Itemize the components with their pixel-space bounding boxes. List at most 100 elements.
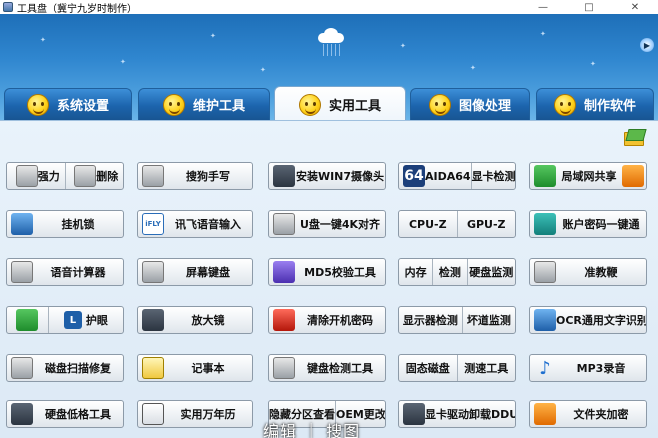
- button-label: 局域网共享: [561, 170, 617, 183]
- calculator-icon: [11, 261, 33, 283]
- account-password-button[interactable]: 账户密码一键通: [529, 210, 647, 238]
- maximize-button[interactable]: □: [566, 0, 612, 14]
- perpetual-calendar-button[interactable]: 实用万年历: [137, 400, 253, 428]
- button-label: 讯飞语音输入: [175, 218, 241, 231]
- speed-test-button[interactable]: 测速工具: [456, 355, 516, 381]
- star-icon: ✦: [400, 42, 406, 50]
- cpuz-gpuz-button[interactable]: CPU-Z GPU-Z: [398, 210, 516, 238]
- tab-label: 图像处理: [458, 99, 511, 114]
- button-label: 放大镜: [191, 314, 225, 327]
- iflytek-icon: iFLY: [142, 213, 164, 235]
- smiley-icon: [428, 93, 451, 116]
- ssd-button[interactable]: 固态磁盘: [399, 355, 457, 381]
- notepad-button[interactable]: 记事本: [137, 354, 253, 382]
- voice-calculator-button[interactable]: 语音计算器: [6, 258, 124, 286]
- webcam-icon: [273, 165, 295, 187]
- watermark-overlay: 编辑 ｜ 搜图: [263, 422, 361, 438]
- force-delete-left[interactable]: 强力: [7, 163, 65, 189]
- fan-icon: [273, 213, 295, 235]
- md5-check-button[interactable]: MD5校验工具: [268, 258, 386, 286]
- gpu-test-button[interactable]: 显卡检测: [470, 163, 516, 189]
- aida64-gpu-test-button[interactable]: 64 AIDA64 显卡检测: [398, 162, 516, 190]
- minimize-button[interactable]: —: [520, 0, 566, 14]
- folder-lock-icon: [534, 403, 556, 425]
- aida64-button[interactable]: 64 AIDA64: [399, 163, 471, 189]
- star-icon: ✦: [260, 66, 266, 74]
- window-title: 工具盘（冀宁九岁时制作）: [17, 3, 137, 15]
- star-icon: ✦: [40, 36, 46, 44]
- aperture-icon: [16, 309, 39, 331]
- tab-image-processing[interactable]: 图像处理: [410, 88, 530, 120]
- disk-low-format-button[interactable]: 硬盘低格工具: [6, 400, 124, 428]
- calendar-icon: [142, 403, 164, 425]
- gpuz-button[interactable]: GPU-Z: [456, 211, 516, 237]
- tab-utility-tools[interactable]: 实用工具: [274, 86, 406, 122]
- close-button[interactable]: ✕: [612, 0, 658, 14]
- sogou-handwriting-button[interactable]: 搜狗手写: [137, 162, 253, 190]
- ddu-icon: [403, 403, 425, 425]
- on-screen-keyboard-button[interactable]: 屏幕键盘: [137, 258, 253, 286]
- clear-boot-password-button[interactable]: 清除开机密码: [268, 306, 386, 334]
- force-delete-right[interactable]: 删除: [64, 163, 124, 189]
- next-arrow-icon[interactable]: ▶: [640, 38, 654, 52]
- disk-format-icon: [11, 403, 33, 425]
- button-label: 挂机锁: [61, 218, 95, 231]
- eye-care-left[interactable]: [7, 307, 48, 333]
- install-win7-camera-button[interactable]: 安装WIN7摄像头: [268, 162, 386, 190]
- button-label: 搜狗手写: [186, 170, 230, 183]
- tab-make-software[interactable]: 制作软件: [536, 88, 654, 120]
- iflytek-voice-input-button[interactable]: iFLY 讯飞语音输入: [137, 210, 253, 238]
- eye-care-button[interactable]: L 护眼: [6, 306, 124, 334]
- mp3-record-button[interactable]: ♪ MP3录音: [529, 354, 647, 382]
- disk-scan-repair-button[interactable]: 磁盘扫描修复: [6, 354, 124, 382]
- eye-care-right[interactable]: L 护眼: [47, 307, 123, 333]
- memory-button[interactable]: 内存: [399, 259, 432, 285]
- notepad-icon: [142, 357, 164, 379]
- music-note-icon: ♪: [539, 357, 551, 379]
- app-icon: [3, 2, 13, 12]
- pointer-icon: [534, 261, 556, 283]
- button-label: 准教鞭: [584, 266, 618, 279]
- ocr-document-icon: [534, 309, 556, 331]
- tab-maintenance-tools[interactable]: 维护工具: [138, 88, 270, 120]
- open-folder-icon[interactable]: [624, 129, 644, 146]
- button-label: 实用万年历: [180, 408, 236, 421]
- keyboard-test-button[interactable]: 键盘检测工具: [268, 354, 386, 382]
- tab-system-settings[interactable]: 系统设置: [4, 88, 132, 120]
- surprised-face-icon: [553, 93, 576, 116]
- monitor-test-button[interactable]: 显示器检测: [399, 307, 462, 333]
- button-label: 显卡驱动卸载DDU: [425, 408, 516, 421]
- share-icon: [534, 165, 556, 187]
- cpuz-button[interactable]: CPU-Z: [399, 211, 457, 237]
- magnifier-button[interactable]: 放大镜: [137, 306, 253, 334]
- button-label: MP3录音: [576, 362, 626, 375]
- key-icon: [534, 213, 556, 235]
- magnifier-icon: [142, 309, 164, 331]
- force-delete-button[interactable]: 强力 删除: [6, 162, 124, 190]
- lan-share-button[interactable]: 局域网共享: [529, 162, 647, 190]
- trash-bolt-icon: [15, 165, 38, 187]
- disk-monitor-button[interactable]: 硬盘监测: [466, 259, 516, 285]
- tab-label: 制作软件: [583, 99, 636, 114]
- monitor-badsector-button[interactable]: 显示器检测 坏道监测: [398, 306, 516, 334]
- tab-label: 维护工具: [192, 99, 245, 114]
- ocr-text-recognition-button[interactable]: OCR通用文字识别: [529, 306, 647, 334]
- button-label: 硬盘低格工具: [45, 408, 111, 421]
- lock-screen-icon: [11, 213, 33, 235]
- hang-lock-button[interactable]: 挂机锁: [6, 210, 124, 238]
- rain-icon: [320, 44, 342, 56]
- button-label: 护眼: [85, 314, 108, 327]
- usb-4k-align-button[interactable]: U盘一键4K对齐: [268, 210, 386, 238]
- md5-key-icon: [273, 261, 295, 283]
- cloud-icon: [314, 28, 348, 44]
- ddu-uninstall-button[interactable]: 显卡驱动卸载DDU: [398, 400, 516, 428]
- ssd-speed-test-button[interactable]: 固态磁盘 测速工具: [398, 354, 516, 382]
- button-label: 显卡检测: [471, 170, 516, 183]
- pointer-stick-button[interactable]: 准教鞭: [529, 258, 647, 286]
- memory-test-button[interactable]: 检测: [432, 259, 466, 285]
- button-label: 清除开机密码: [307, 314, 373, 327]
- window-controls: — □ ✕: [520, 0, 658, 14]
- memory-disk-test-button[interactable]: 内存 检测 硬盘监测: [398, 258, 516, 286]
- folder-encrypt-button[interactable]: 文件夹加密: [529, 400, 647, 428]
- bad-sector-monitor-button[interactable]: 坏道监测: [461, 307, 515, 333]
